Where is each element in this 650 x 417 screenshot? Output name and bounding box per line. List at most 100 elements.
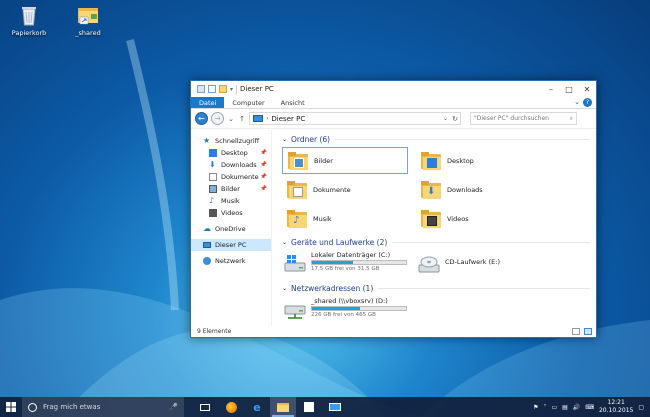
cortana-icon (28, 402, 37, 412)
qa-dropdown-icon[interactable]: ▾ (230, 86, 233, 93)
nav-label: Bilder (221, 185, 240, 193)
desktop-icon (209, 149, 217, 157)
store-button[interactable] (296, 397, 322, 417)
address-dropdown-icon[interactable]: ⌄ (443, 115, 448, 122)
nav-item-this-pc[interactable]: Dieser PC (191, 239, 271, 251)
nav-item-desktop[interactable]: Desktop 📌 (191, 147, 271, 159)
folder-label: Desktop (447, 156, 474, 165)
taskbar-apps: e (192, 397, 348, 417)
close-button[interactable]: ✕ (578, 81, 596, 97)
people-icon[interactable]: ⚑ (533, 404, 538, 411)
drive-free-space: 226 GB frei von 465 GB (311, 312, 376, 318)
group-divider (392, 241, 590, 243)
keyboard-icon[interactable]: ⌨ (585, 404, 594, 411)
group-title: Ordner (6) (291, 134, 331, 144)
nav-item-documents[interactable]: Dokumente 📌 (191, 171, 271, 183)
search-icon: ⌕ (569, 114, 573, 122)
firefox-button[interactable] (218, 397, 244, 417)
recycle-bin-desktop-icon[interactable]: Papierkorb (6, 4, 52, 37)
nav-item-downloads[interactable]: ⬇ Downloads 📌 (191, 159, 271, 171)
microphone-icon[interactable]: 🎤 (169, 403, 178, 411)
ribbon-expand-icon[interactable]: ⌄ (574, 98, 580, 106)
remote-desktop-button[interactable] (322, 397, 348, 417)
folder-label: Musik (313, 214, 332, 223)
cortana-search[interactable]: Frag mich etwas 🎤 (22, 397, 184, 417)
file-explorer-window[interactable]: ▾ Dieser PC – □ ✕ Datei Computer Ansicht… (190, 80, 597, 338)
forward-button[interactable]: → (211, 112, 224, 125)
download-arrow-icon: ⬇ (209, 160, 216, 169)
back-button[interactable]: ← (195, 112, 208, 125)
nav-item-network[interactable]: Netzwerk (191, 255, 271, 267)
new-folder-icon[interactable] (219, 85, 227, 93)
properties-icon[interactable] (208, 85, 216, 93)
nav-item-quick-access[interactable]: ★ Schnellzugriff (191, 135, 271, 147)
network-tray-icon[interactable]: ▤ (562, 404, 568, 411)
tab-computer[interactable]: Computer (224, 97, 272, 108)
drive-c[interactable]: Lokaler Datenträger (C:) 17,5 GB frei vo… (282, 251, 408, 278)
folder-desktop[interactable]: Desktop (416, 147, 542, 174)
capacity-fill (312, 307, 360, 310)
chevron-down-icon[interactable]: ⌄ (282, 239, 287, 246)
downloads-folder-icon: ⬇ (421, 180, 441, 199)
folder-videos[interactable]: Videos (416, 205, 542, 232)
folder-documents[interactable]: Dokumente (282, 176, 408, 203)
file-explorer-button[interactable] (270, 397, 296, 417)
nav-item-onedrive[interactable]: ☁ OneDrive (191, 223, 271, 235)
minimize-button[interactable]: – (542, 81, 560, 97)
firefox-icon (225, 401, 237, 413)
help-icon[interactable]: ? (583, 98, 592, 107)
folder-icon (277, 402, 289, 412)
desktop-folder-icon (421, 151, 441, 170)
tab-datei[interactable]: Datei (191, 97, 225, 108)
large-icons-view-icon[interactable] (584, 328, 592, 335)
clock-date: 20.10.2015 (598, 407, 634, 414)
chevron-right-icon[interactable]: › (266, 115, 268, 122)
drive-e[interactable]: CD-Laufwerk (E:) (416, 251, 542, 278)
chevron-down-icon[interactable]: ⌄ (282, 136, 287, 143)
network-grid: _shared (\\vboxsrv) (D:) 226 GB frei von… (282, 297, 596, 324)
content-pane[interactable]: ⌄ Ordner (6) Bilder Desktop Dokumente ⬇ … (272, 130, 596, 326)
capacity-fill (312, 261, 354, 264)
group-divider (335, 138, 590, 140)
refresh-icon[interactable]: ↻ (452, 115, 458, 123)
store-bag-icon (304, 402, 314, 412)
edge-button[interactable]: e (244, 397, 270, 417)
group-header-network[interactable]: ⌄ Netzwerkadressen (1) (282, 282, 596, 294)
title-bar[interactable]: ▾ Dieser PC – □ ✕ (191, 81, 596, 97)
up-button[interactable]: ↑ (238, 115, 246, 123)
shared-folder-desktop-icon[interactable]: _shared (65, 4, 111, 37)
nav-label: Desktop (221, 149, 248, 157)
nav-item-pictures[interactable]: Bilder 📌 (191, 183, 271, 195)
group-header-folders[interactable]: ⌄ Ordner (6) (282, 133, 596, 145)
tab-ansicht[interactable]: Ansicht (273, 97, 313, 108)
details-view-icon[interactable] (572, 328, 580, 335)
nav-item-videos[interactable]: Videos (191, 207, 271, 219)
folder-pictures[interactable]: Bilder (282, 147, 408, 174)
nav-label: Schnellzugriff (215, 137, 260, 145)
task-view-button[interactable] (192, 397, 218, 417)
clock[interactable]: 12:21 20.10.2015 (599, 399, 633, 415)
folder-label: Downloads (447, 185, 483, 194)
cloud-icon: ☁ (203, 224, 211, 233)
address-bar[interactable]: › Dieser PC ⌄ ↻ (249, 112, 461, 125)
documents-folder-icon (287, 180, 307, 199)
navigation-pane[interactable]: ★ Schnellzugriff Desktop 📌 ⬇ Downloads 📌… (191, 130, 272, 326)
group-title: Geräte und Laufwerke (2) (291, 237, 388, 247)
devices-grid: Lokaler Datenträger (C:) 17,5 GB frei vo… (282, 251, 596, 278)
nav-item-music[interactable]: ♪ Musik (191, 195, 271, 207)
group-header-devices[interactable]: ⌄ Geräte und Laufwerke (2) (282, 236, 596, 248)
search-input[interactable]: "Dieser PC" durchsuchen ⌕ (470, 112, 577, 125)
hard-drive-windows-icon (284, 254, 306, 274)
folder-downloads[interactable]: ⬇ Downloads (416, 176, 542, 203)
desktop-icon-label: Papierkorb (11, 29, 47, 37)
action-center-icon[interactable]: ▭ (551, 404, 557, 411)
start-button[interactable] (0, 397, 22, 417)
show-hidden-icons-icon[interactable]: ˄ (543, 404, 546, 411)
volume-icon[interactable]: 🔊 (573, 404, 580, 411)
maximize-button[interactable]: □ (560, 81, 578, 97)
drive-d[interactable]: _shared (\\vboxsrv) (D:) 226 GB frei von… (282, 297, 408, 324)
folder-music[interactable]: ♪ Musik (282, 205, 408, 232)
notifications-icon[interactable]: ▢ (638, 404, 644, 411)
recent-locations-icon[interactable]: ⌄ (227, 115, 235, 123)
chevron-down-icon[interactable]: ⌄ (282, 285, 287, 292)
